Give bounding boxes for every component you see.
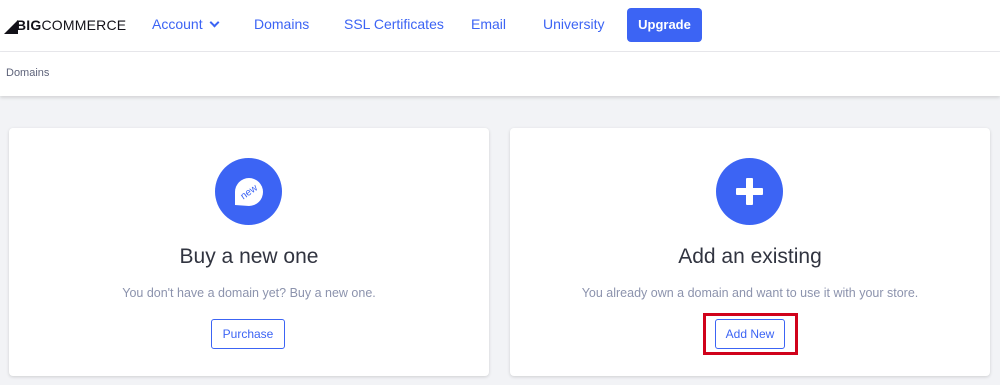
bigcommerce-logo[interactable]: BIGCOMMERCE bbox=[4, 15, 126, 37]
new-badge-icon: new bbox=[215, 158, 282, 225]
buy-card-title: Buy a new one bbox=[179, 245, 319, 268]
upgrade-button[interactable]: Upgrade bbox=[627, 8, 702, 42]
nav-account[interactable]: Account bbox=[152, 16, 220, 36]
add-new-button[interactable]: Add New bbox=[715, 319, 785, 349]
existing-card-title: Add an existing bbox=[678, 245, 822, 268]
purchase-button[interactable]: Purchase bbox=[211, 319, 285, 349]
nav-domains[interactable]: Domains bbox=[254, 16, 309, 36]
logo-text: BIGCOMMERCE bbox=[16, 17, 127, 33]
breadcrumb: Domains bbox=[6, 67, 50, 79]
plus-icon bbox=[716, 158, 783, 225]
add-existing-domain-card: Add an existing You already own a domain… bbox=[510, 128, 990, 376]
top-nav-bar: BIGCOMMERCE Account Domains SSL Certific… bbox=[0, 0, 1000, 52]
buy-card-description: You don't have a domain yet? Buy a new o… bbox=[122, 286, 376, 300]
chevron-down-icon bbox=[209, 17, 220, 28]
nav-university[interactable]: University bbox=[543, 16, 604, 36]
breadcrumb-bar: Domains bbox=[0, 52, 1000, 96]
buy-domain-card: new Buy a new one You don't have a domai… bbox=[9, 128, 489, 376]
nav-ssl-certificates[interactable]: SSL Certificates bbox=[344, 16, 444, 36]
existing-card-description: You already own a domain and want to use… bbox=[581, 286, 919, 300]
nav-account-label: Account bbox=[152, 16, 203, 32]
nav-email[interactable]: Email bbox=[471, 16, 506, 36]
